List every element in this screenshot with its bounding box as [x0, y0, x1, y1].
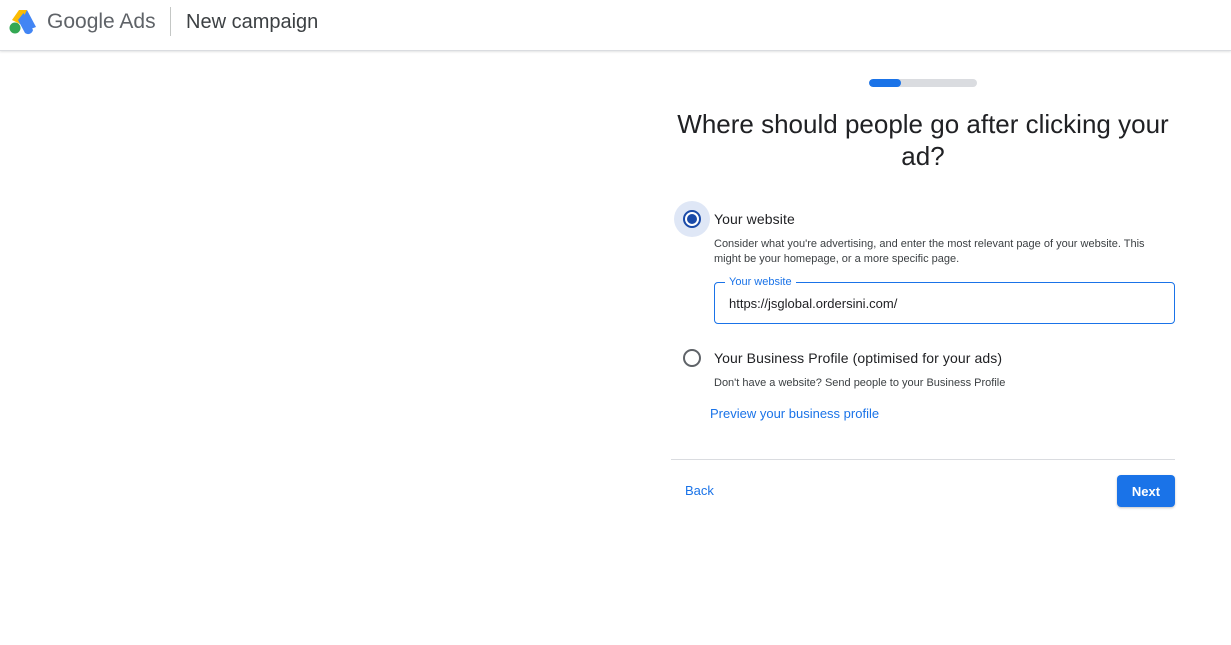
- option-website-description: Consider what you're advertising, and en…: [714, 238, 1145, 265]
- option-business-profile-description: Don't have a website? Send people to you…: [714, 377, 1006, 389]
- option-website-title: Your website: [714, 211, 795, 227]
- radio-dot-icon: [687, 214, 697, 224]
- radio-your-website[interactable]: [674, 201, 710, 237]
- preview-business-profile-link[interactable]: Preview your business profile: [710, 406, 879, 422]
- back-button[interactable]: Back: [685, 483, 714, 499]
- google-ads-logo-icon[interactable]: [8, 7, 38, 35]
- header-divider: [170, 7, 171, 36]
- next-button[interactable]: Next: [1117, 475, 1175, 507]
- brand-ads: Ads: [119, 10, 156, 33]
- page-title: New campaign: [186, 11, 319, 33]
- step-progress-bar: [869, 79, 977, 87]
- radio-business-profile[interactable]: [674, 340, 710, 376]
- website-url-input[interactable]: [715, 283, 1174, 323]
- footer-divider: [671, 459, 1175, 460]
- radio-checked-icon: [683, 210, 701, 228]
- brand-google: Google: [47, 10, 115, 33]
- website-field-label: Your website: [725, 275, 796, 289]
- website-url-field[interactable]: Your website: [714, 275, 1175, 324]
- top-app-bar: Google Ads New campaign: [0, 0, 1231, 51]
- question-heading: Where should people go after clicking yo…: [677, 109, 1169, 171]
- brand-name: Google Ads: [47, 10, 156, 34]
- radio-unchecked-icon: [683, 349, 701, 367]
- option-business-profile-title: Your Business Profile (optimised for you…: [714, 350, 1003, 366]
- step-progress-fill: [869, 79, 902, 87]
